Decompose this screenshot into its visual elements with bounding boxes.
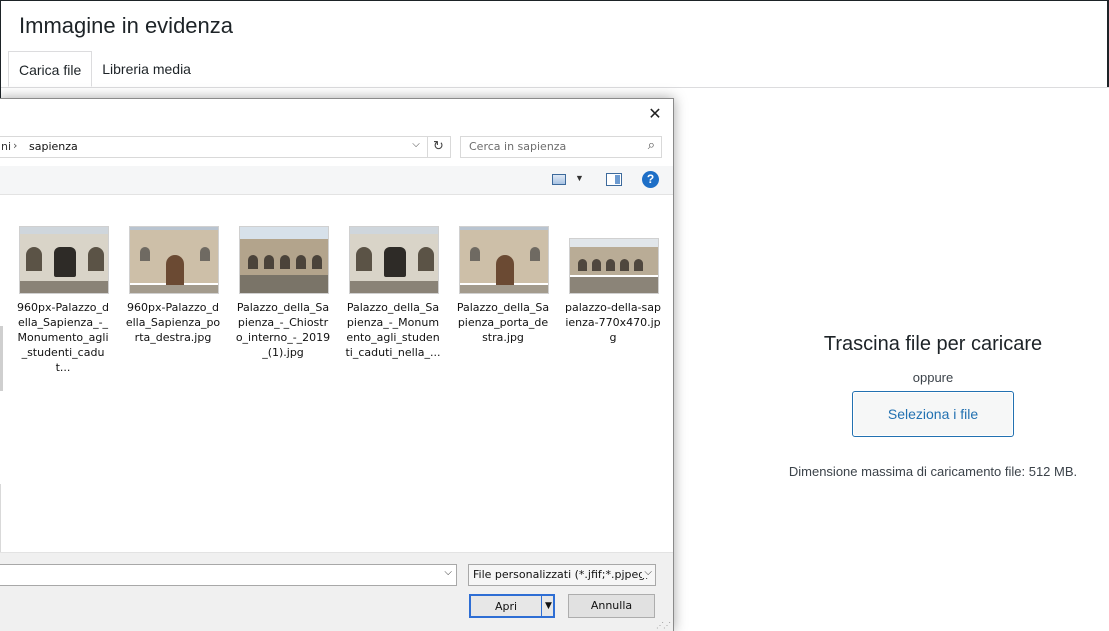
- filename-history-chevron-icon[interactable]: ⌵: [444, 567, 452, 578]
- file-item[interactable]: Palazzo_della_Sapienza_-_Monumento_agli_…: [345, 226, 441, 366]
- file-thumbnail: [239, 226, 329, 294]
- tabs-divider: [1, 87, 1109, 88]
- preview-pane-icon[interactable]: [606, 173, 622, 186]
- search-icon[interactable]: ⌕: [648, 138, 655, 153]
- media-tabs: Carica file Libreria media: [1, 51, 201, 87]
- file-thumbnail: [569, 238, 659, 294]
- filter-chevron-icon[interactable]: ⌵: [642, 567, 652, 578]
- file-thumbnail: [19, 226, 109, 294]
- refresh-icon[interactable]: ↻: [427, 137, 449, 157]
- open-file-dialog: ✕ ni › sapienza ⌵ ↻ Cerca in sapienza ⌕ …: [0, 98, 674, 631]
- file-name: palazzo-della-sapienza-770x470.jpg: [565, 301, 661, 344]
- file-item[interactable]: Palazzo_della_Sapienza_porta_destra.jpg: [455, 226, 551, 366]
- max-upload-size: Dimensione massima di caricamento file: …: [788, 464, 1078, 479]
- modal-title: Immagine in evidenza: [19, 13, 234, 38]
- cancel-button[interactable]: Annulla: [568, 594, 655, 618]
- open-button[interactable]: Apri ▼: [469, 594, 555, 618]
- file-name: Palazzo_della_Sapienza_-_Monumento_agli_…: [345, 301, 441, 359]
- view-mode-icon[interactable]: [552, 174, 566, 185]
- tab-upload-files[interactable]: Carica file: [8, 51, 93, 87]
- filename-field[interactable]: ⌵: [0, 564, 457, 586]
- select-files-button[interactable]: Seleziona i file: [852, 391, 1014, 437]
- file-list: 960px-Palazzo_della_Sapienza_-_Monumento…: [0, 196, 673, 579]
- address-bar[interactable]: ni › sapienza ⌵ ↻: [0, 136, 451, 158]
- breadcrumb-current[interactable]: sapienza: [29, 140, 78, 153]
- file-thumbnail: [459, 226, 549, 294]
- file-type-filter[interactable]: File personalizzati (*.jfif;*.pjpeg; ⌵: [468, 564, 656, 586]
- search-placeholder: Cerca in sapienza: [469, 140, 567, 153]
- search-field[interactable]: Cerca in sapienza ⌕: [460, 136, 662, 158]
- partial-thumbnail[interactable]: [0, 326, 3, 391]
- resize-grip-icon[interactable]: ⋰⋰: [656, 621, 671, 630]
- breadcrumb-separator-icon[interactable]: ›: [13, 139, 17, 152]
- file-name: 960px-Palazzo_della_Sapienza_-_Monumento…: [17, 301, 109, 374]
- open-button-label: Apri: [494, 600, 518, 613]
- address-history-chevron-icon[interactable]: ⌵: [409, 139, 423, 155]
- upload-dropzone[interactable]: Trascina file per caricare oppure Selezi…: [761, 331, 1105, 479]
- dropzone-title: Trascina file per caricare: [823, 333, 1043, 355]
- help-icon[interactable]: ?: [642, 171, 659, 188]
- dialog-toolbar: ▼ ?: [0, 166, 673, 195]
- file-item[interactable]: 960px-Palazzo_della_Sapienza_-_Monumento…: [15, 226, 111, 374]
- open-options-dropdown-icon[interactable]: ▼: [541, 596, 555, 616]
- file-type-filter-label: File personalizzati (*.jfif;*.pjpeg;: [473, 568, 649, 581]
- view-options-dropdown-icon[interactable]: ▼: [575, 173, 584, 183]
- dialog-footer: ⌵ File personalizzati (*.jfif;*.pjpeg; ⌵…: [0, 552, 673, 631]
- close-icon[interactable]: ✕: [645, 105, 665, 125]
- file-thumbnail: [129, 226, 219, 294]
- file-name: Palazzo_della_Sapienza_porta_destra.jpg: [456, 301, 550, 344]
- tab-media-library[interactable]: Libreria media: [92, 51, 201, 87]
- file-item[interactable]: palazzo-della-sapienza-770x470.jpg: [565, 226, 661, 366]
- dropzone-or: oppure: [912, 370, 954, 385]
- file-name: Palazzo_della_Sapienza_-_Chiostro_intern…: [235, 301, 331, 359]
- file-name: 960px-Palazzo_della_Sapienza_porta_destr…: [125, 301, 221, 344]
- partial-thumbnail[interactable]: [0, 484, 1, 554]
- file-thumbnail: [349, 226, 439, 294]
- file-item[interactable]: Palazzo_della_Sapienza_-_Chiostro_intern…: [235, 226, 331, 366]
- screen: Immagine in evidenza Carica file Libreri…: [0, 0, 1109, 631]
- breadcrumb-previous[interactable]: ni: [1, 140, 11, 153]
- file-item[interactable]: 960px-Palazzo_della_Sapienza_porta_destr…: [125, 226, 221, 366]
